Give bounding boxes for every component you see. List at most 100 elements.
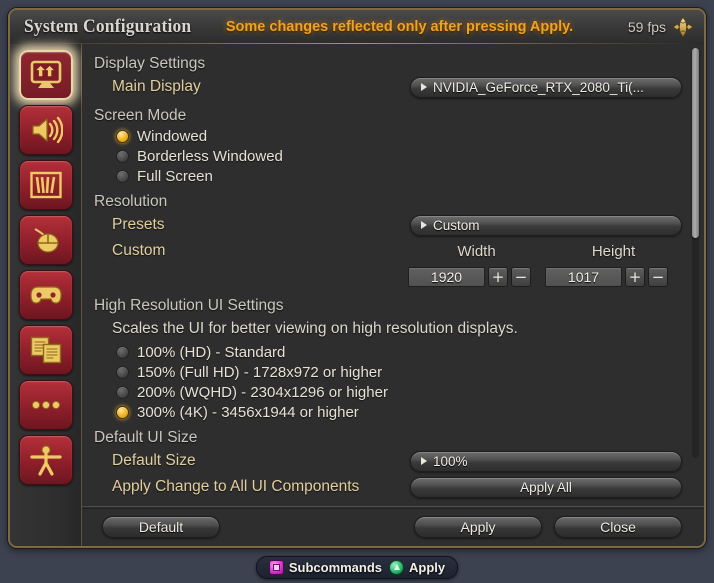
hint-label: Apply xyxy=(409,559,446,575)
high-res-description: Scales the UI for better viewing on high… xyxy=(112,320,518,337)
height-stepper: 1017 + − xyxy=(545,267,682,287)
radio-high-res-200[interactable]: 200% (WQHD) - 2304x1296 or higher xyxy=(94,382,682,402)
settings-category-sidebar xyxy=(10,44,82,546)
default-button[interactable]: Default xyxy=(102,515,220,538)
hint-subcommands[interactable]: Subcommands xyxy=(268,559,383,575)
sidebar-item-ui-window-settings[interactable] xyxy=(18,325,73,375)
radio-high-res-150[interactable]: 150% (Full HD) - 1728x972 or higher xyxy=(94,362,682,382)
apply-button[interactable]: Apply xyxy=(414,515,542,538)
radio-indicator xyxy=(116,345,129,359)
row-apply-all: Apply Change to All UI Components Apply … xyxy=(94,474,682,500)
presets-value: Custom xyxy=(433,217,480,233)
person-accessibility-icon xyxy=(29,444,63,476)
row-custom-resolution-headers: Custom Width Height xyxy=(94,238,682,264)
display-monitor-icon xyxy=(29,59,63,91)
high-res-description-row: Scales the UI for better viewing on high… xyxy=(94,316,682,342)
apply-all-button-label: Apply All xyxy=(520,479,572,495)
speaker-sound-icon xyxy=(29,115,63,145)
hint-apply[interactable]: Apply xyxy=(389,559,446,575)
hint-label: Subcommands xyxy=(288,559,383,575)
chevron-right-icon xyxy=(421,221,427,229)
radio-indicator xyxy=(116,129,129,143)
width-stepper: 1920 + − xyxy=(408,267,545,287)
sidebar-item-graphics-settings[interactable] xyxy=(18,160,73,210)
content-scrollbar[interactable] xyxy=(692,48,699,458)
section-heading-default-ui-size: Default UI Size xyxy=(94,429,198,446)
system-configuration-screen: System Configuration Some changes reflec… xyxy=(0,0,714,583)
gamepad-icon xyxy=(29,282,63,308)
section-heading-screen-mode: Screen Mode xyxy=(94,107,187,124)
default-size-value: 100% xyxy=(433,453,468,469)
settings-scroll-area: Display Settings Main Display NVIDIA_GeF… xyxy=(82,44,704,506)
section-heading-display-settings: Display Settings xyxy=(94,55,206,72)
three-dots-icon xyxy=(29,398,63,412)
main-display-value: NVIDIA_GeForce_RTX_2080_Ti(... xyxy=(433,79,644,95)
apply-notice-text: Some changes reflected only after pressi… xyxy=(225,19,574,35)
radio-label: 300% (4K) - 3456x1944 or higher xyxy=(137,403,359,421)
system-configuration-window: System Configuration Some changes reflec… xyxy=(8,8,706,548)
height-input[interactable]: 1017 xyxy=(545,267,622,287)
apply-all-label: Apply Change to All UI Components xyxy=(112,478,360,495)
main-display-label: Main Display xyxy=(112,78,201,95)
mouse-icon xyxy=(29,225,63,255)
presets-label: Presets xyxy=(112,216,165,233)
section-heading-resolution: Resolution xyxy=(94,193,168,210)
scrollbar-thumb[interactable] xyxy=(692,48,699,238)
radio-indicator xyxy=(116,385,129,399)
width-column-header: Width xyxy=(457,242,496,260)
row-presets: Presets Custom xyxy=(94,212,682,238)
radio-high-res-300[interactable]: 300% (4K) - 3456x1944 or higher xyxy=(94,402,682,422)
row-default-size: Default Size 100% xyxy=(94,448,682,474)
radio-high-res-100[interactable]: 100% (HD) - Standard xyxy=(94,342,682,362)
height-increment-button[interactable]: + xyxy=(625,267,645,287)
custom-label: Custom xyxy=(112,242,166,259)
radio-screen-mode-full-screen[interactable]: Full Screen xyxy=(94,166,682,186)
section-heading-high-resolution-ui: High Resolution UI Settings xyxy=(94,297,284,314)
radio-screen-mode-windowed[interactable]: Windowed xyxy=(94,126,682,146)
default-size-dropdown[interactable]: 100% xyxy=(410,450,682,472)
sidebar-item-sound-settings[interactable] xyxy=(18,105,73,155)
radio-indicator xyxy=(116,169,129,183)
resolution-steppers: 1920 + − 1017 + − xyxy=(408,267,682,287)
window-title: System Configuration xyxy=(24,16,192,37)
settings-content-panel: Display Settings Main Display NVIDIA_GeF… xyxy=(82,44,704,546)
radio-screen-mode-borderless-windowed[interactable]: Borderless Windowed xyxy=(94,146,682,166)
height-column-header: Height xyxy=(591,242,636,260)
sidebar-item-mouse-settings[interactable] xyxy=(18,215,73,265)
radio-label: Windowed xyxy=(137,127,208,145)
gamepad-hint-pill: Subcommands Apply xyxy=(255,555,459,579)
sidebar-item-gamepad-settings[interactable] xyxy=(18,270,73,320)
radio-label: 100% (HD) - Standard xyxy=(137,343,286,361)
title-bar: System Configuration Some changes reflec… xyxy=(10,10,704,44)
gamepad-triangle-button-icon xyxy=(389,559,405,575)
title-bar-right: 59 fps xyxy=(628,16,694,38)
radio-indicator xyxy=(116,405,129,419)
fps-counter: 59 fps xyxy=(627,19,666,35)
sidebar-item-accessibility-settings[interactable] xyxy=(18,435,73,485)
gamepad-hint-bar: Subcommands Apply xyxy=(0,551,714,583)
close-button[interactable]: Close xyxy=(554,515,682,538)
chevron-right-icon xyxy=(421,457,427,465)
width-decrement-button[interactable]: − xyxy=(511,267,531,287)
radio-indicator xyxy=(116,365,129,379)
width-height-headers: Width Height xyxy=(408,243,682,260)
main-display-dropdown[interactable]: NVIDIA_GeForce_RTX_2080_Ti(... xyxy=(410,76,682,98)
width-increment-button[interactable]: + xyxy=(488,267,508,287)
windows-panels-icon xyxy=(29,335,63,365)
gamepad-square-button-icon xyxy=(268,559,284,575)
presets-dropdown[interactable]: Custom xyxy=(410,214,682,236)
radio-label: Full Screen xyxy=(137,167,213,185)
apply-all-button[interactable]: Apply All xyxy=(410,476,682,498)
width-input[interactable]: 1920 xyxy=(408,267,485,287)
sidebar-item-display-settings[interactable] xyxy=(18,50,73,100)
dialog-button-bar: Default Apply Close xyxy=(82,506,704,546)
sidebar-item-other-settings[interactable] xyxy=(18,380,73,430)
graphics-book-icon xyxy=(29,170,63,200)
radio-label: Borderless Windowed xyxy=(137,147,283,165)
row-custom-resolution-steppers: 1920 + − 1017 + − xyxy=(94,264,682,290)
default-size-label: Default Size xyxy=(112,452,196,469)
resize-compass-icon[interactable] xyxy=(672,16,694,38)
height-decrement-button[interactable]: − xyxy=(648,267,668,287)
radio-label: 150% (Full HD) - 1728x972 or higher xyxy=(137,363,383,381)
radio-indicator xyxy=(116,149,129,163)
